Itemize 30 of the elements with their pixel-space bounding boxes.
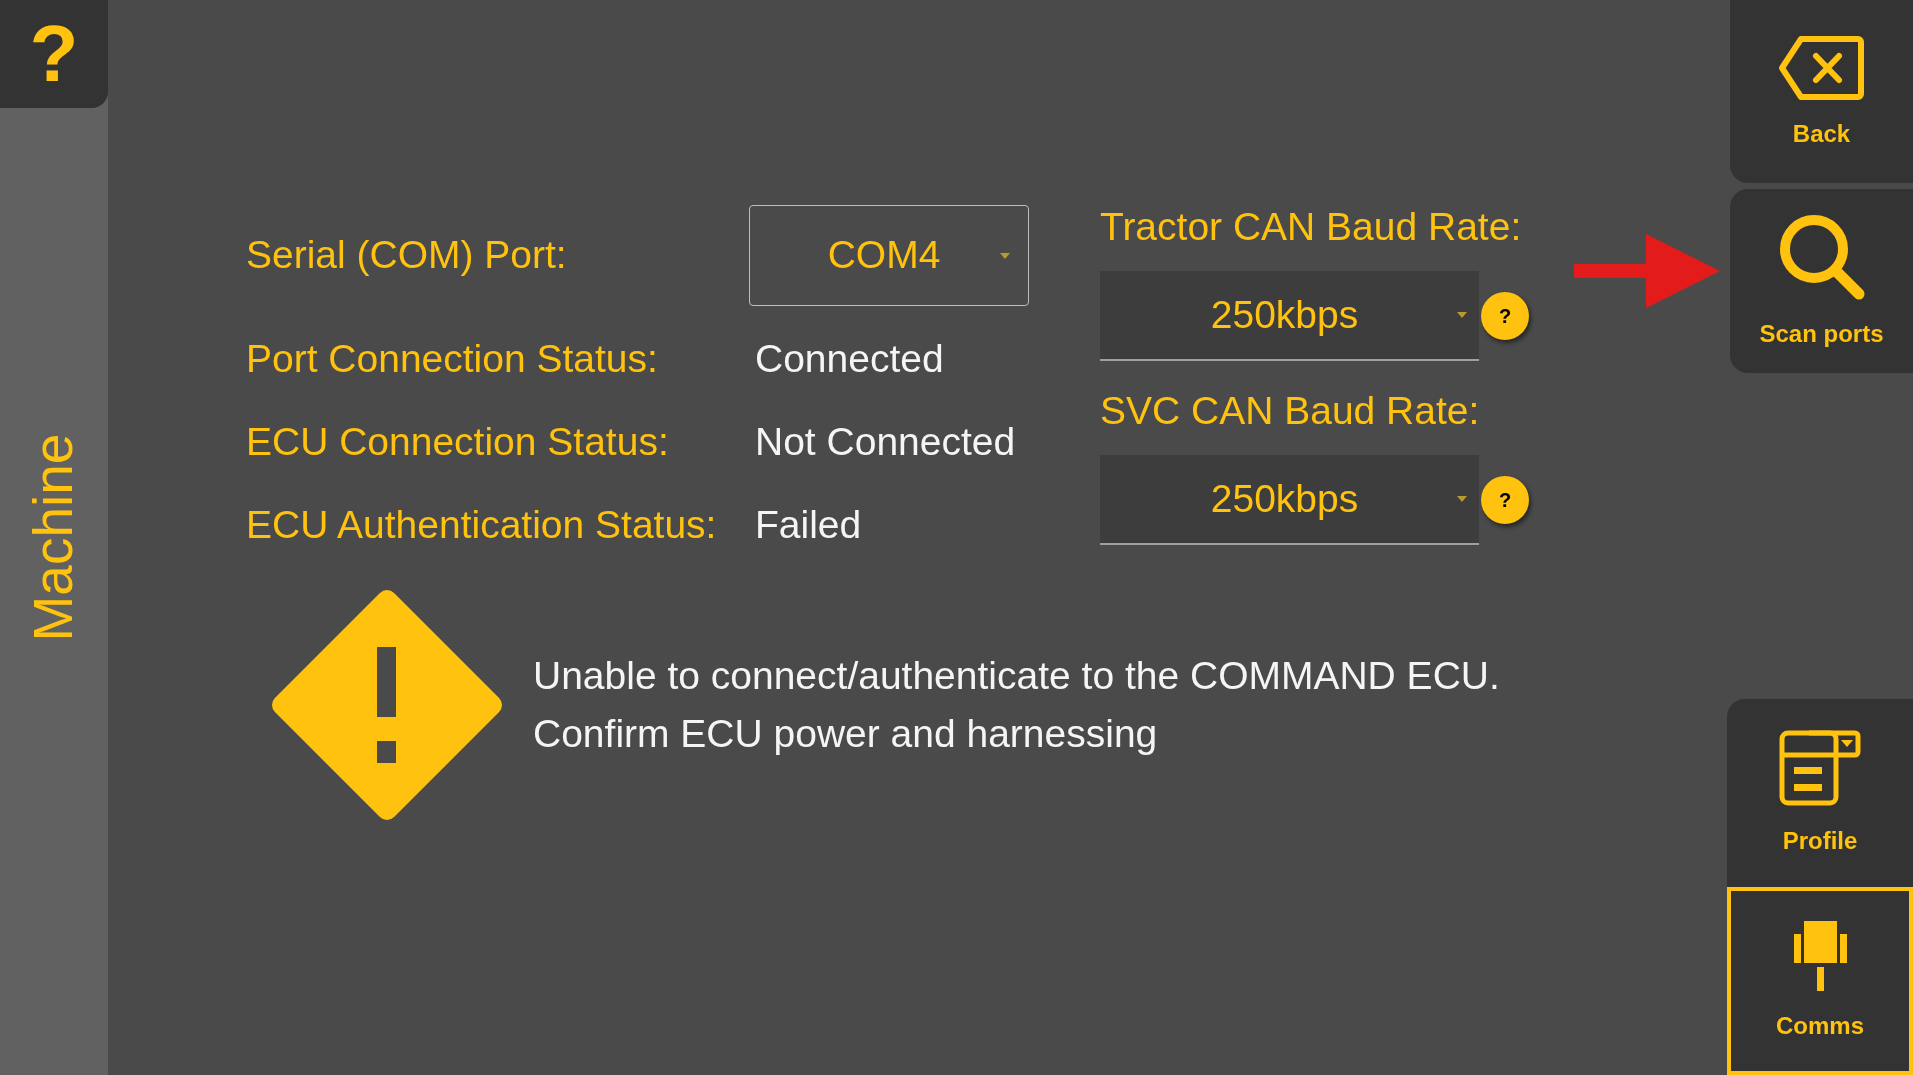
status-label: ECU Authentication Status: — [246, 502, 718, 549]
caret-icon — [1457, 312, 1467, 318]
help-button[interactable]: ? — [1481, 292, 1529, 340]
baud-rate-dropdown[interactable]: 250kbps — [1100, 271, 1479, 361]
action-button[interactable]: Back — [1730, 0, 1913, 183]
status-value: Failed — [755, 502, 862, 549]
status-label: ECU Connection Status: — [246, 419, 670, 466]
alert-message: Unable to connect/authenticate to the COMMAND ECU. Confirm ECU power and harnessing — [533, 653, 1500, 757]
caret-icon — [1000, 252, 1010, 259]
status-value: Connected — [755, 336, 944, 383]
warning-icon — [270, 588, 504, 822]
help-button[interactable]: ? — [0, 0, 108, 108]
nav-tab[interactable]: Comms — [1727, 887, 1913, 1075]
status-value: Not Connected — [755, 419, 1016, 466]
action-button[interactable]: Scan ports — [1730, 189, 1913, 373]
status-label: Port Connection Status: — [246, 336, 659, 383]
search-icon — [1777, 213, 1866, 301]
port-dropdown[interactable]: COM4 — [749, 205, 1029, 306]
arrow-icon — [1574, 234, 1720, 308]
connector-plug-icon — [1793, 921, 1847, 991]
nav-tab[interactable]: Profile — [1727, 699, 1913, 887]
field-label: Serial (COM) Port: — [246, 232, 568, 279]
backspace-icon — [1778, 34, 1865, 101]
sidebar-title: Machine — [26, 433, 82, 642]
field-label: Tractor CAN Baud Rate: — [1100, 203, 1522, 250]
help-button[interactable]: ? — [1481, 476, 1529, 524]
caret-icon — [1457, 496, 1467, 502]
form-document-icon — [1779, 730, 1861, 806]
field-label: SVC CAN Baud Rate: — [1100, 387, 1480, 434]
baud-rate-dropdown[interactable]: 250kbps — [1100, 455, 1479, 545]
